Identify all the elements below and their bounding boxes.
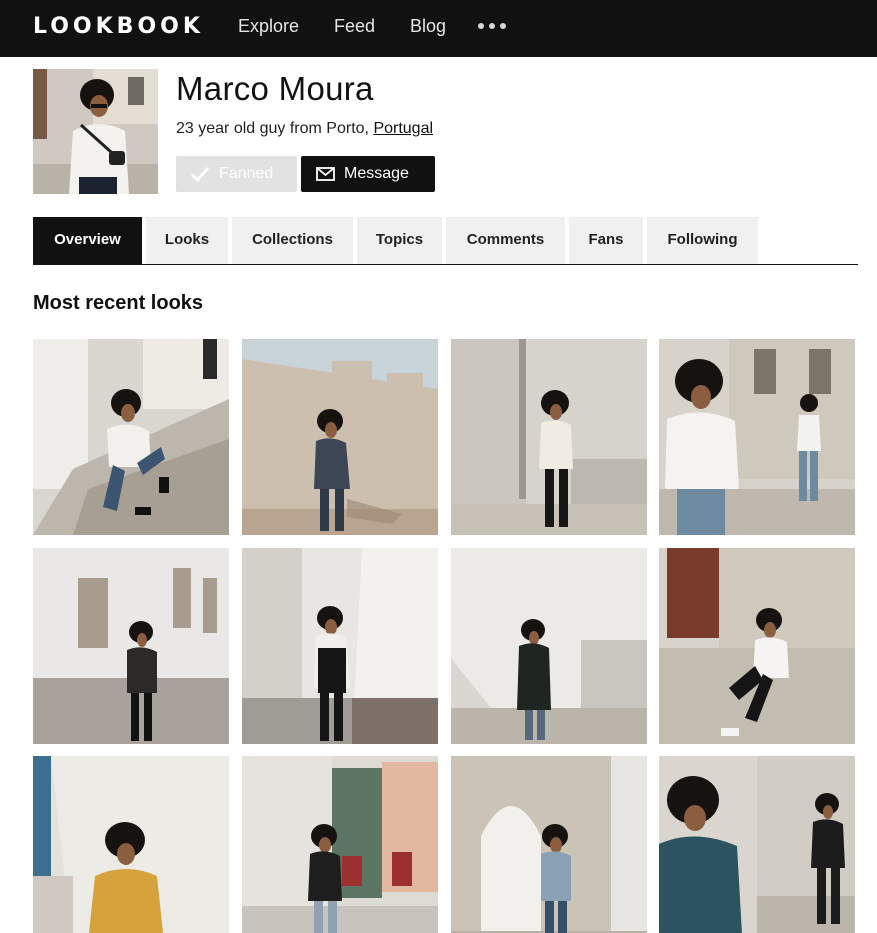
fanned-button[interactable]: Fanned	[176, 156, 297, 192]
profile-name: Marco Moura	[176, 70, 374, 107]
look-thumbnail[interactable]	[451, 339, 647, 535]
location-link[interactable]: Portugal	[373, 120, 433, 137]
nav-explore[interactable]: Explore	[238, 15, 299, 37]
lookbook-logo[interactable]: LOOKBOOK	[33, 14, 204, 40]
nav-blog[interactable]: Blog	[410, 15, 446, 37]
tab-fans[interactable]: Fans	[569, 217, 643, 264]
look-thumbnail[interactable]	[659, 548, 855, 744]
look-thumbnail[interactable]	[33, 339, 229, 535]
fanned-label: Fanned	[219, 165, 274, 182]
message-label: Message	[344, 165, 409, 182]
look-thumbnail[interactable]	[33, 756, 229, 933]
profile-avatar[interactable]	[33, 69, 158, 194]
look-thumbnail[interactable]	[659, 339, 855, 535]
bio-text: 23 year old guy from Porto,	[176, 120, 374, 137]
look-thumbnail[interactable]	[242, 756, 438, 933]
look-thumbnail[interactable]	[33, 548, 229, 744]
look-thumbnail[interactable]	[451, 756, 647, 933]
look-thumbnail[interactable]	[659, 756, 855, 933]
tab-topics[interactable]: Topics	[357, 217, 442, 264]
look-thumbnail[interactable]	[451, 548, 647, 744]
look-thumbnail[interactable]	[242, 548, 438, 744]
message-button[interactable]: Message	[301, 156, 435, 192]
nav-feed[interactable]: Feed	[334, 15, 375, 37]
envelope-icon	[316, 167, 335, 181]
tab-divider	[33, 264, 858, 265]
more-menu-icon[interactable]	[478, 23, 506, 31]
top-nav: LOOKBOOK Explore Feed Blog	[0, 0, 877, 57]
checkmark-icon	[191, 167, 209, 182]
profile-bio: 23 year old guy from Porto, Portugal	[176, 119, 433, 139]
tab-following[interactable]: Following	[647, 217, 758, 264]
tab-collections[interactable]: Collections	[232, 217, 353, 264]
tab-looks[interactable]: Looks	[146, 217, 228, 264]
tab-comments[interactable]: Comments	[446, 217, 565, 264]
section-title: Most recent looks	[33, 292, 204, 314]
look-thumbnail[interactable]	[242, 339, 438, 535]
tab-overview[interactable]: Overview	[33, 217, 142, 264]
